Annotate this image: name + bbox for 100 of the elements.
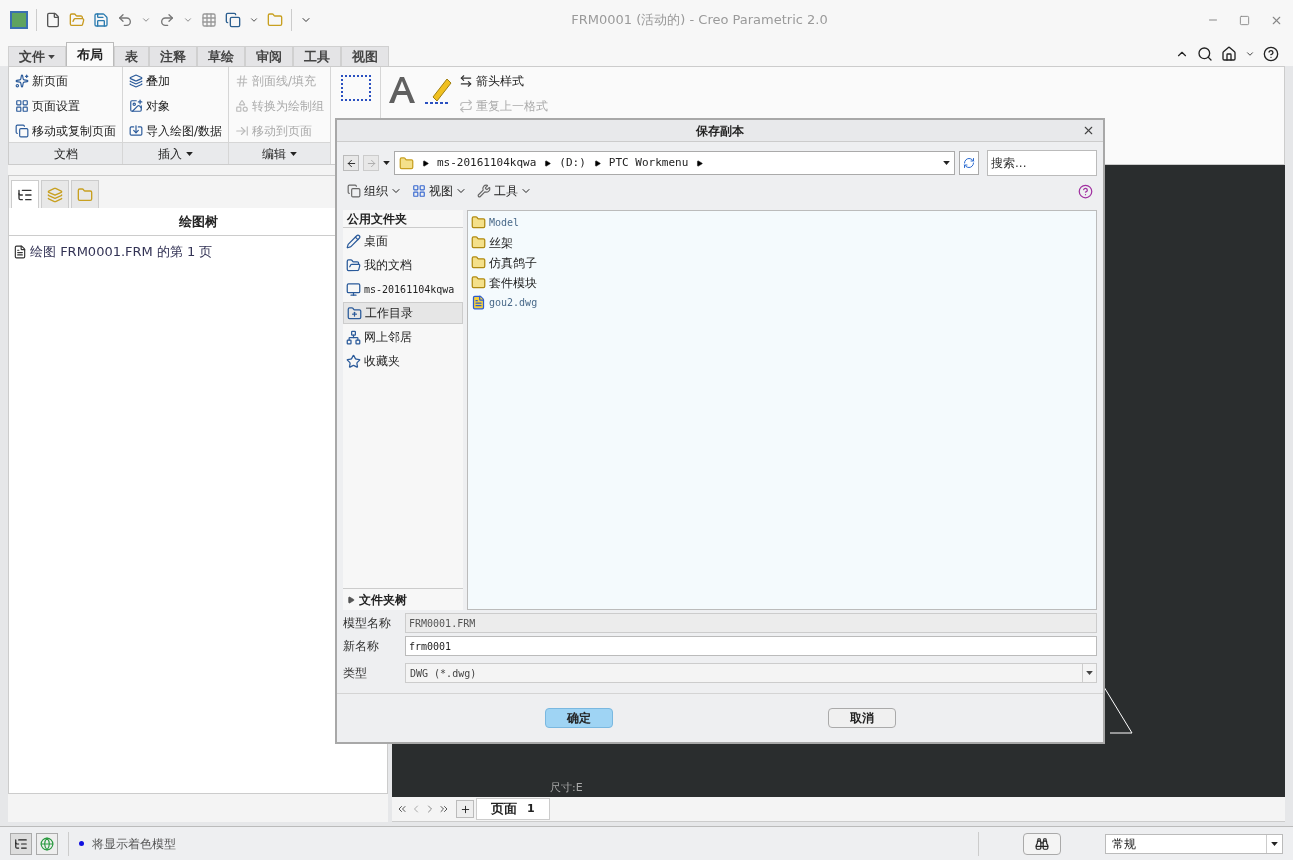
- new-name-field[interactable]: frm0001: [405, 636, 1097, 656]
- address-bar[interactable]: ms-20161104kqwa (D:) PTC Workmenu: [394, 151, 955, 175]
- shapes-icon: [235, 99, 250, 113]
- text-style-icon[interactable]: [387, 75, 418, 105]
- toolbar-menu[interactable]: 组织: [364, 182, 388, 200]
- group-label[interactable]: 文档: [9, 142, 122, 164]
- search-icon[interactable]: [1197, 46, 1213, 62]
- file-menu[interactable]: 文件: [8, 46, 66, 66]
- ribbon-tab[interactable]: 草绘: [197, 46, 245, 66]
- place-item[interactable]: 工作目录: [343, 302, 463, 324]
- expand-arrow-icon: [347, 595, 355, 604]
- search-field[interactable]: 搜索...: [987, 150, 1097, 176]
- arrows-icon: [459, 74, 474, 88]
- ribbon-command[interactable]: 对象: [146, 97, 170, 115]
- ribbon-command[interactable]: 叠加: [146, 72, 170, 90]
- ribbon-command[interactable]: 页面设置: [32, 97, 80, 115]
- breadcrumb-arrow-icon: [696, 159, 704, 167]
- file-item[interactable]: gou2.dwg: [489, 295, 538, 310]
- ribbon-command[interactable]: 移动或复制页面: [32, 122, 116, 140]
- redo-icon[interactable]: [159, 12, 175, 28]
- close-icon[interactable]: [1082, 124, 1095, 137]
- ribbon-command[interactable]: 箭头样式: [476, 72, 525, 90]
- folder-icon: [346, 257, 361, 273]
- breadcrumb-segment[interactable]: PTC Workmenu: [608, 154, 689, 172]
- breadcrumb-arrow-icon: [593, 159, 601, 167]
- place-item[interactable]: 我的文档: [343, 254, 463, 276]
- globe-icon: [40, 836, 54, 851]
- first-page-icon[interactable]: [396, 803, 408, 815]
- breadcrumb-arrow-icon: [544, 159, 552, 167]
- wrench-icon: [477, 184, 491, 198]
- layers-icon: [129, 74, 143, 88]
- file-item[interactable]: 仿真鸽子: [489, 253, 537, 272]
- ok-button[interactable]: 确定: [544, 708, 613, 728]
- add-page-button[interactable]: [456, 800, 474, 818]
- ribbon-tab[interactable]: 审阅: [245, 46, 293, 66]
- help-icon[interactable]: [1263, 46, 1279, 62]
- back-button[interactable]: [343, 155, 359, 171]
- size-label: 尺寸:E: [550, 779, 583, 796]
- group-label[interactable]: 编辑: [229, 142, 331, 164]
- ribbon-command[interactable]: 导入绘图/数据: [146, 122, 223, 140]
- place-item[interactable]: 网上邻居: [343, 326, 463, 348]
- new-page-icon: [15, 74, 29, 88]
- home-icon[interactable]: [1221, 46, 1237, 62]
- file-item[interactable]: Model: [489, 215, 520, 230]
- find-button[interactable]: [1023, 832, 1061, 855]
- page-tab[interactable]: 页面 1: [476, 798, 550, 820]
- save-icon[interactable]: [93, 12, 109, 28]
- ribbon-tab[interactable]: 工具: [293, 46, 341, 66]
- breadcrumb-segment[interactable]: ms-20161104kqwa: [437, 154, 537, 172]
- hatch-icon: [235, 74, 250, 88]
- import-icon: [129, 124, 143, 138]
- folder-icon: [399, 155, 414, 171]
- browser-toggle[interactable]: [36, 832, 58, 855]
- undo-icon[interactable]: [117, 12, 133, 28]
- toolbar-menu[interactable]: 视图: [429, 182, 453, 200]
- refresh-button[interactable]: [959, 151, 979, 175]
- ribbon-tab[interactable]: 布局: [66, 42, 114, 66]
- place-item[interactable]: ms-20161104kqwa: [343, 278, 463, 300]
- arrow-icon: [235, 124, 250, 138]
- folder-icon: [471, 215, 486, 230]
- file-item[interactable]: 丝架: [489, 233, 513, 252]
- model-tree-toggle[interactable]: [10, 832, 32, 855]
- ribbon-command[interactable]: 新页面: [32, 72, 68, 90]
- place-item[interactable]: 收藏夹: [343, 350, 463, 372]
- folder-icon: [471, 255, 486, 270]
- picture-icon: [129, 99, 143, 113]
- new-file-icon[interactable]: [45, 12, 61, 28]
- file-item[interactable]: 套件模块: [489, 273, 537, 292]
- ribbon-tab[interactable]: 注释: [149, 46, 197, 66]
- placement-icon[interactable]: [340, 75, 371, 101]
- folder-icon: [471, 235, 486, 250]
- ribbon-tab[interactable]: 表: [114, 46, 149, 66]
- model-name-field[interactable]: FRM0001.FRM: [405, 613, 1097, 633]
- drawing-icon: [13, 244, 27, 259]
- places-heading: 公用文件夹: [343, 210, 463, 228]
- refresh-icon: [963, 157, 975, 169]
- page-setup-icon: [15, 99, 29, 113]
- caret-icon: [1086, 671, 1093, 675]
- field-label: 类型: [343, 665, 368, 682]
- toolbar-menu[interactable]: 工具: [494, 182, 518, 200]
- star-icon: [346, 353, 361, 369]
- windows-icon[interactable]: [225, 12, 241, 28]
- place-item[interactable]: 桌面: [343, 230, 463, 252]
- network-icon: [346, 329, 361, 345]
- folder-icon: [347, 305, 362, 321]
- group-label[interactable]: 插入: [123, 142, 229, 164]
- panel-tab[interactable]: [11, 180, 39, 208]
- copy-icon: [347, 184, 361, 198]
- tree-item[interactable]: 绘图 FRM0001.FRM 的第 1 页: [30, 242, 213, 262]
- filter-select[interactable]: 常规: [1105, 833, 1283, 854]
- folder-tree-toggle[interactable]: 文件夹树: [343, 588, 463, 610]
- cancel-button[interactable]: 取消: [827, 708, 896, 728]
- binoculars-icon: [1035, 836, 1049, 851]
- ribbon-tab[interactable]: 视图: [341, 46, 389, 66]
- last-page-icon[interactable]: [438, 803, 450, 815]
- folder-icon: [471, 275, 486, 290]
- breadcrumb-segment[interactable]: (D:): [559, 154, 586, 172]
- repeat-icon: [459, 99, 474, 113]
- field-label: 新名称: [343, 638, 380, 655]
- type-select[interactable]: DWG (*.dwg): [405, 663, 1097, 683]
